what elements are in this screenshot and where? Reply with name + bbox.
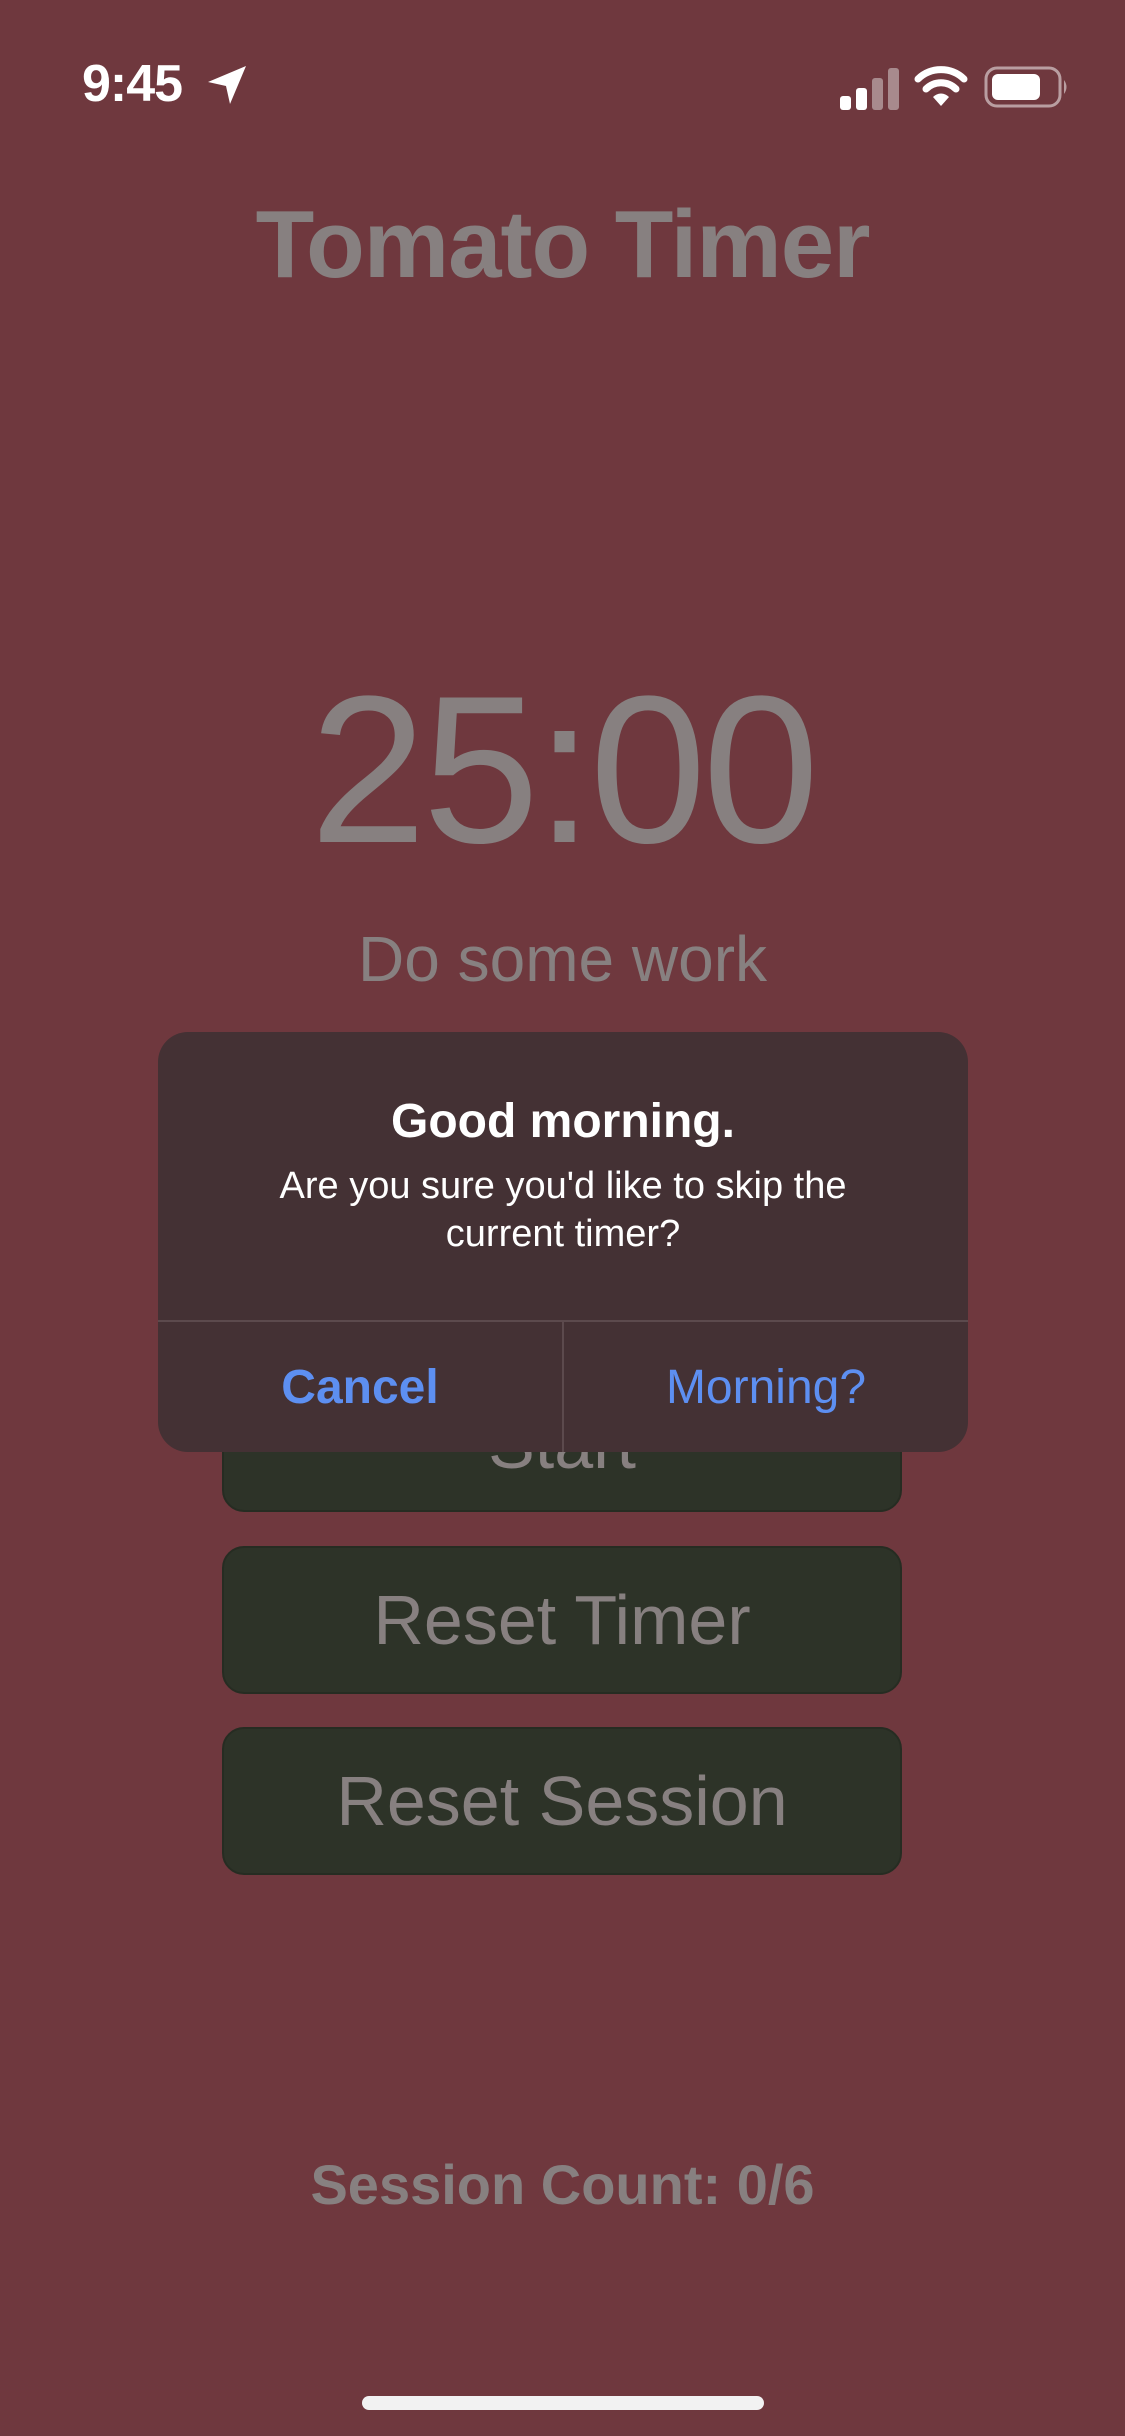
- timer-display: 25:00: [309, 652, 820, 887]
- alert-cancel-button[interactable]: Cancel: [158, 1322, 562, 1452]
- reset-session-button[interactable]: Reset Session: [222, 1727, 902, 1875]
- location-arrow-icon: [204, 62, 250, 108]
- session-count: Session Count: 0/6: [310, 2153, 815, 2216]
- home-indicator[interactable]: [362, 2396, 764, 2410]
- app-title: Tomato Timer: [255, 191, 871, 298]
- timer-subtitle: Do some work: [358, 923, 767, 995]
- status-time: 9:45: [82, 55, 183, 113]
- battery-icon: [984, 64, 1070, 110]
- reset-timer-button[interactable]: Reset Timer: [222, 1546, 902, 1694]
- alert-title: Good morning.: [391, 1095, 735, 1148]
- alert-message: Are you sure you'd like to skip the curr…: [279, 1165, 847, 1255]
- cellular-signal-icon: [838, 66, 900, 110]
- alert-confirm-button[interactable]: Morning?: [564, 1322, 968, 1452]
- skip-timer-alert: Good morning. Are you sure you'd like to…: [158, 1032, 968, 1452]
- status-bar: 9:45: [0, 0, 1125, 140]
- wifi-icon: [914, 62, 968, 108]
